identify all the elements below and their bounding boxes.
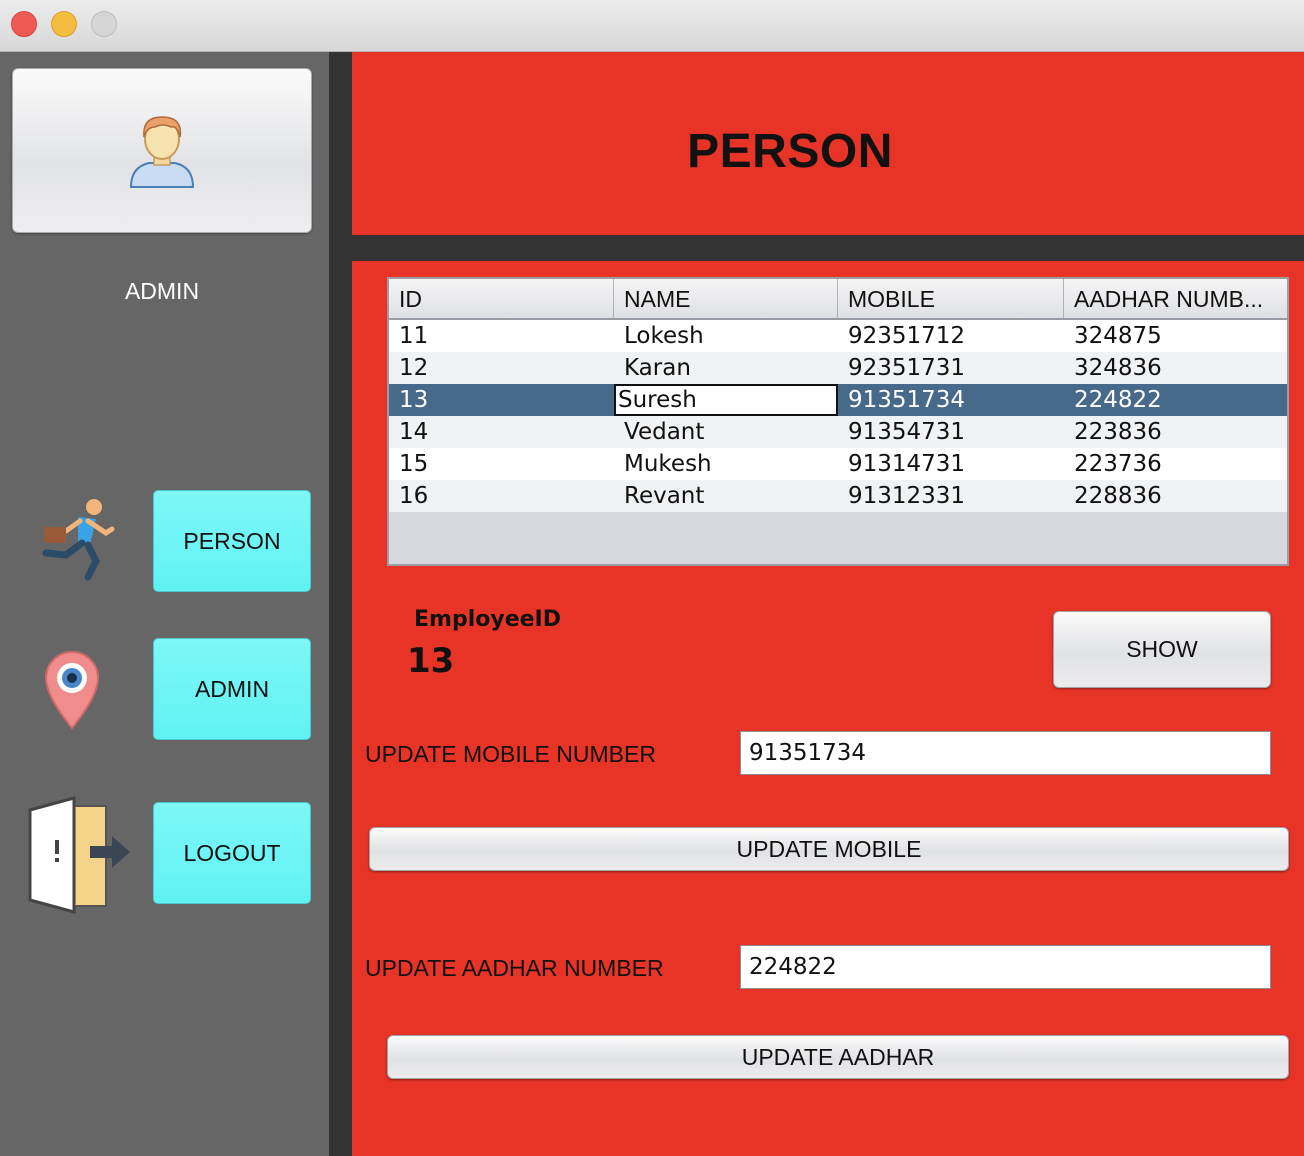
cell-name[interactable]: Mukesh xyxy=(614,448,838,480)
cell-name[interactable]: Vedant xyxy=(614,416,838,448)
column-header-aadhar[interactable]: AADHAR NUMB... xyxy=(1064,279,1287,318)
table-row-selected[interactable]: 13 Suresh 91351734 224822 xyxy=(389,384,1287,416)
cell-name[interactable]: Revant xyxy=(614,480,838,512)
location-pin-icon xyxy=(44,651,100,730)
cell-id[interactable]: 15 xyxy=(389,448,614,480)
main-content: ID NAME MOBILE AADHAR NUMB... 11 Lokesh … xyxy=(352,261,1304,1156)
table-row[interactable]: 16 Revant 91312331 228836 xyxy=(389,480,1287,512)
running-man-icon xyxy=(42,499,115,581)
update-aadhar-button[interactable]: UPDATE AADHAR xyxy=(387,1035,1289,1079)
cell-aadhar[interactable]: 324875 xyxy=(1064,320,1287,352)
minimize-window-button[interactable] xyxy=(51,11,77,37)
nav-admin-button[interactable]: ADMIN xyxy=(153,638,311,740)
update-aadhar-label: UPDATE AADHAR NUMBER xyxy=(365,955,664,981)
aadhar-number-input[interactable]: 224822 xyxy=(740,945,1271,989)
cell-id[interactable]: 11 xyxy=(389,320,614,352)
cell-mobile[interactable]: 92351712 xyxy=(838,320,1064,352)
table-row[interactable]: 12 Karan 92351731 324836 xyxy=(389,352,1287,384)
update-mobile-button[interactable]: UPDATE MOBILE xyxy=(369,827,1289,871)
table-row[interactable]: 15 Mukesh 91314731 223736 xyxy=(389,448,1287,480)
avatar-button[interactable] xyxy=(12,68,312,233)
column-header-name[interactable]: NAME xyxy=(614,279,838,318)
cell-aadhar[interactable]: 324836 xyxy=(1064,352,1287,384)
cell-mobile[interactable]: 91351734 xyxy=(838,384,1064,416)
sidebar-divider xyxy=(329,52,352,1156)
page-title: PERSON xyxy=(687,125,893,178)
cell-aadhar[interactable]: 223736 xyxy=(1064,448,1287,480)
cell-id[interactable]: 16 xyxy=(389,480,614,512)
user-role-label: ADMIN xyxy=(124,278,200,304)
cell-name[interactable]: Karan xyxy=(614,352,838,384)
column-header-id[interactable]: ID xyxy=(389,279,614,318)
page-header: PERSON xyxy=(352,52,1304,235)
user-avatar-icon xyxy=(129,115,195,188)
table-row[interactable]: 14 Vedant 91354731 223836 xyxy=(389,416,1287,448)
sidebar: ADMIN PERSON ADMIN LOGOUT xyxy=(0,52,329,1156)
employee-id-value: 13 xyxy=(407,641,455,681)
exit-door-icon xyxy=(28,796,130,914)
employee-id-label: EmployeeID xyxy=(414,607,561,632)
cell-name[interactable]: Lokesh xyxy=(614,320,838,352)
header-divider xyxy=(352,235,1304,261)
cell-aadhar[interactable]: 228836 xyxy=(1064,480,1287,512)
table-header: ID NAME MOBILE AADHAR NUMB... xyxy=(389,279,1287,320)
table-body: 11 Lokesh 92351712 324875 12 Karan 92351… xyxy=(389,320,1287,512)
person-table[interactable]: ID NAME MOBILE AADHAR NUMB... 11 Lokesh … xyxy=(387,277,1289,566)
mobile-number-input[interactable]: 91351734 xyxy=(740,731,1271,775)
cell-mobile[interactable]: 92351731 xyxy=(838,352,1064,384)
cell-mobile[interactable]: 91354731 xyxy=(838,416,1064,448)
cell-id[interactable]: 14 xyxy=(389,416,614,448)
cell-mobile[interactable]: 91314731 xyxy=(838,448,1064,480)
nav-person-button[interactable]: PERSON xyxy=(153,490,311,592)
cell-aadhar[interactable]: 223836 xyxy=(1064,416,1287,448)
cell-id[interactable]: 12 xyxy=(389,352,614,384)
cell-mobile[interactable]: 91312331 xyxy=(838,480,1064,512)
show-button[interactable]: SHOW xyxy=(1053,611,1271,688)
update-mobile-label: UPDATE MOBILE NUMBER xyxy=(365,741,656,767)
close-window-button[interactable] xyxy=(11,11,37,37)
window-title-bar xyxy=(0,0,1304,52)
cell-name-editing[interactable]: Suresh xyxy=(614,384,838,416)
table-row[interactable]: 11 Lokesh 92351712 324875 xyxy=(389,320,1287,352)
nav-logout-button[interactable]: LOGOUT xyxy=(153,802,311,904)
column-header-mobile[interactable]: MOBILE xyxy=(838,279,1064,318)
cell-aadhar[interactable]: 224822 xyxy=(1064,384,1287,416)
maximize-window-button[interactable] xyxy=(91,11,117,37)
cell-id[interactable]: 13 xyxy=(389,384,614,416)
